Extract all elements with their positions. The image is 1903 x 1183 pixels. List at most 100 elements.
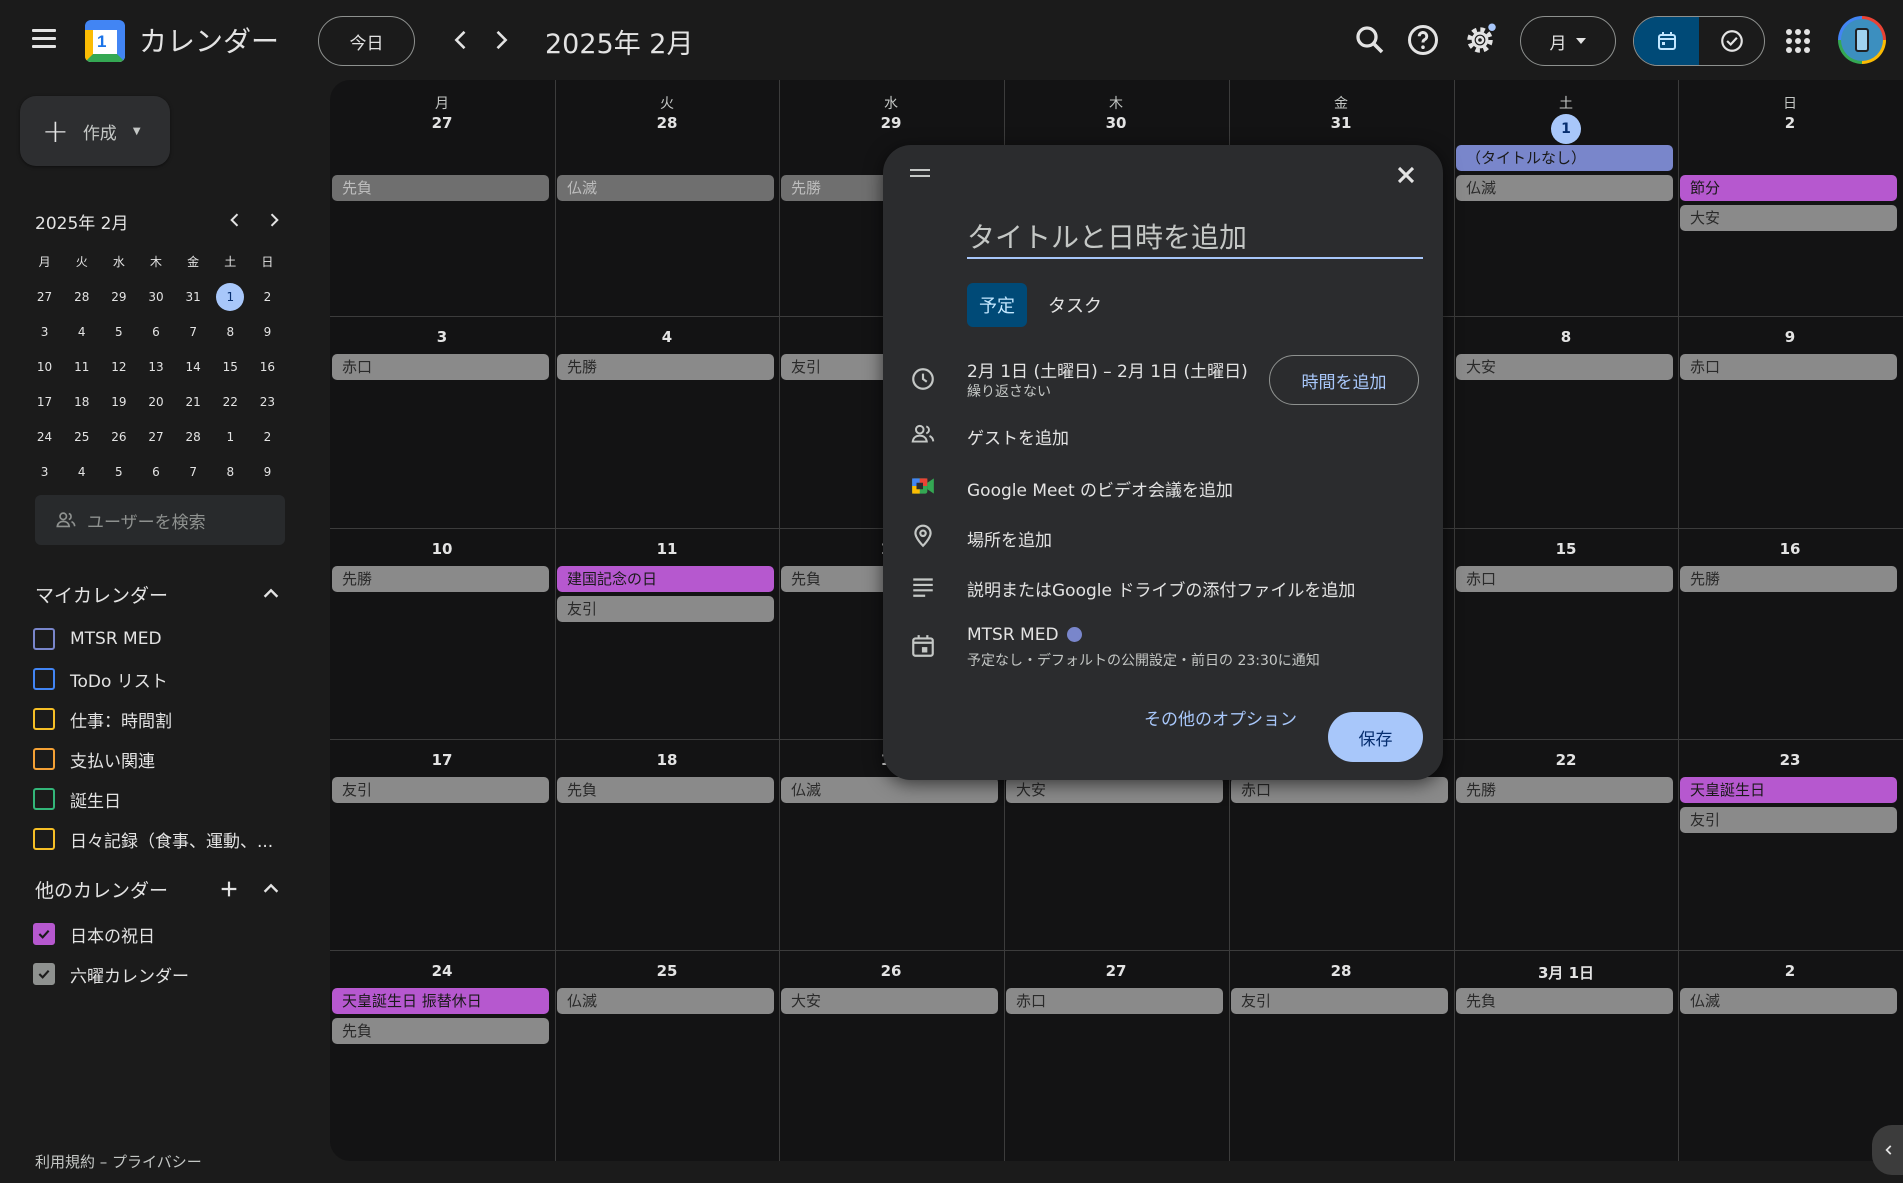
event-chip[interactable]: 友引 xyxy=(332,777,549,803)
tasks-view-toggle[interactable] xyxy=(1699,17,1764,65)
close-icon[interactable] xyxy=(1392,161,1420,189)
day-number[interactable]: 30 xyxy=(1004,114,1228,132)
tab-task[interactable]: タスク xyxy=(1036,283,1114,327)
calendar-list-item[interactable]: 支払い関連 xyxy=(33,744,155,774)
mini-day[interactable]: 15 xyxy=(212,353,249,381)
help-icon[interactable] xyxy=(1405,22,1441,58)
mini-day[interactable]: 9 xyxy=(249,458,286,486)
mini-day[interactable]: 8 xyxy=(212,318,249,346)
mini-day[interactable]: 12 xyxy=(100,353,137,381)
mini-day[interactable]: 25 xyxy=(63,423,100,451)
mini-day[interactable]: 24 xyxy=(26,423,63,451)
calendar-checkbox[interactable] xyxy=(33,963,55,985)
mini-day[interactable]: 5 xyxy=(100,318,137,346)
event-chip[interactable]: 赤口 xyxy=(1680,354,1897,380)
calendar-list-item[interactable]: ToDo リスト xyxy=(33,664,168,694)
side-panel-toggle[interactable] xyxy=(1872,1125,1903,1175)
event-title-input[interactable] xyxy=(967,217,1423,259)
day-number[interactable]: 2 xyxy=(1678,114,1902,132)
day-number[interactable]: 28 xyxy=(1229,962,1453,980)
save-button[interactable]: 保存 xyxy=(1328,712,1423,762)
calendar-checkbox[interactable] xyxy=(33,923,55,945)
event-chip[interactable]: 友引 xyxy=(1231,988,1448,1014)
mini-day[interactable]: 31 xyxy=(175,283,212,311)
create-button[interactable]: + 作成 ▼ xyxy=(20,96,170,166)
mini-day[interactable]: 2 xyxy=(249,423,286,451)
mini-day[interactable]: 8 xyxy=(212,458,249,486)
day-number[interactable]: 10 xyxy=(330,540,554,558)
event-chip[interactable]: 大安 xyxy=(781,988,998,1014)
drag-handle-icon[interactable] xyxy=(910,169,930,181)
event-chip[interactable]: 仏滅 xyxy=(1456,175,1673,201)
event-chip[interactable]: 友引 xyxy=(1680,807,1897,833)
calendar-list-item[interactable]: 誕生日 xyxy=(33,784,121,814)
event-chip[interactable]: 大安 xyxy=(1680,205,1897,231)
mini-day[interactable]: 4 xyxy=(63,458,100,486)
mini-day[interactable]: 3 xyxy=(26,318,63,346)
day-number[interactable]: 31 xyxy=(1229,114,1453,132)
event-chip[interactable]: 先勝 xyxy=(1456,777,1673,803)
mini-day[interactable]: 20 xyxy=(137,388,174,416)
mini-day[interactable]: 1 xyxy=(212,423,249,451)
day-number[interactable]: 26 xyxy=(779,962,1003,980)
more-options-button[interactable]: その他のオプション xyxy=(1144,705,1297,730)
day-number[interactable]: 27 xyxy=(330,114,554,132)
event-chip[interactable]: 天皇誕生日 振替休日 xyxy=(332,988,549,1014)
day-number[interactable]: 22 xyxy=(1454,751,1678,769)
day-number[interactable]: 9 xyxy=(1678,328,1902,346)
event-chip[interactable]: 仏滅 xyxy=(1680,988,1897,1014)
mini-prev-month-icon[interactable] xyxy=(225,210,245,230)
mini-day[interactable]: 5 xyxy=(100,458,137,486)
mini-day[interactable]: 22 xyxy=(212,388,249,416)
event-chip[interactable]: 先負 xyxy=(557,777,774,803)
event-chip[interactable]: 先勝 xyxy=(332,566,549,592)
event-chip[interactable]: 先負 xyxy=(332,175,549,201)
event-chip[interactable]: 赤口 xyxy=(332,354,549,380)
day-number[interactable]: 8 xyxy=(1454,328,1678,346)
search-icon[interactable] xyxy=(1352,22,1388,58)
mini-day[interactable]: 7 xyxy=(175,318,212,346)
event-chip[interactable]: 節分 xyxy=(1680,175,1897,201)
mini-day[interactable]: 9 xyxy=(249,318,286,346)
chevron-up-icon[interactable] xyxy=(260,583,282,605)
mini-next-month-icon[interactable] xyxy=(264,210,284,230)
mini-day[interactable]: 28 xyxy=(63,283,100,311)
event-chip[interactable]: 大安 xyxy=(1456,354,1673,380)
calendar-checkbox[interactable] xyxy=(33,748,55,770)
today-button[interactable]: 今日 xyxy=(318,16,415,66)
view-switcher-dropdown[interactable]: 月 xyxy=(1520,16,1616,66)
day-number[interactable]: 11 xyxy=(555,540,779,558)
chevron-up-icon[interactable] xyxy=(260,878,282,900)
day-number[interactable]: 24 xyxy=(330,962,554,980)
event-chip[interactable]: 大安 xyxy=(1006,777,1223,803)
mini-day[interactable]: 1 xyxy=(212,282,249,311)
mini-day[interactable]: 4 xyxy=(63,318,100,346)
calendar-selector[interactable]: MTSR MED xyxy=(967,625,1082,645)
mini-day[interactable]: 30 xyxy=(137,283,174,311)
event-chip[interactable]: 赤口 xyxy=(1456,566,1673,592)
day-number[interactable]: 4 xyxy=(555,328,779,346)
day-number[interactable]: 3月 1日 xyxy=(1454,962,1678,983)
day-number[interactable]: 3 xyxy=(330,328,554,346)
mini-day[interactable]: 17 xyxy=(26,388,63,416)
day-number[interactable]: 16 xyxy=(1678,540,1902,558)
mini-day[interactable]: 27 xyxy=(26,283,63,311)
day-number[interactable]: 27 xyxy=(1004,962,1228,980)
mini-day[interactable]: 28 xyxy=(175,423,212,451)
day-number[interactable]: 15 xyxy=(1454,540,1678,558)
mini-day[interactable]: 2 xyxy=(249,283,286,311)
mini-day[interactable]: 23 xyxy=(249,388,286,416)
day-number[interactable]: 23 xyxy=(1678,751,1902,769)
main-menu-icon[interactable] xyxy=(24,24,64,58)
calendar-list-item[interactable]: 日本の祝日 xyxy=(33,919,155,949)
calendar-list-item[interactable]: 日々記録（食事、運動、... xyxy=(33,824,273,854)
other-calendars-heading[interactable]: 他のカレンダー xyxy=(35,876,168,903)
repeat-setting[interactable]: 繰り返さない xyxy=(967,381,1051,401)
event-date-range[interactable]: 2月 1日 (土曜日) – 2月 1日 (土曜日) xyxy=(967,357,1248,382)
event-chip[interactable]: 天皇誕生日 xyxy=(1680,777,1897,803)
add-google-meet[interactable]: Google Meet のビデオ会議を追加 xyxy=(967,476,1233,501)
calendar-checkbox[interactable] xyxy=(33,628,55,650)
mini-day[interactable]: 7 xyxy=(175,458,212,486)
add-location[interactable]: 場所を追加 xyxy=(967,526,1052,551)
google-apps-icon[interactable] xyxy=(1786,29,1810,53)
